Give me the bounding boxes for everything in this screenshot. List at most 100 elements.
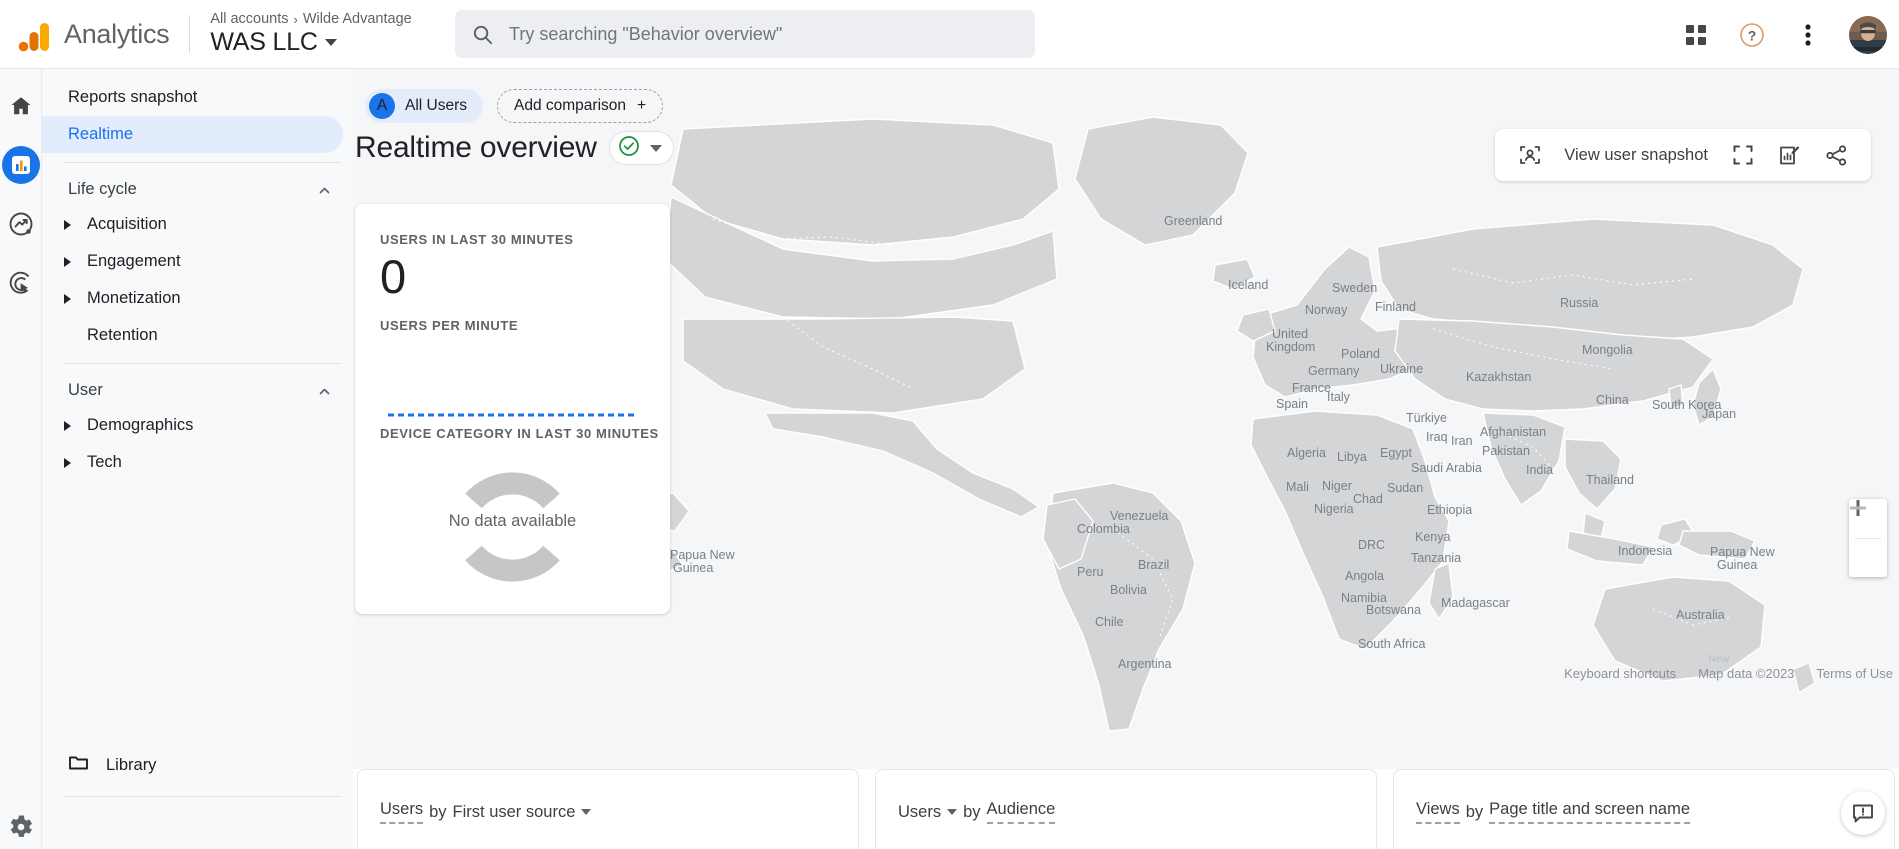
chevron-right-icon bbox=[64, 457, 71, 468]
user-snapshot-icon[interactable] bbox=[1517, 143, 1542, 168]
device-category-label: DEVICE CATEGORY IN LAST 30 MINUTES bbox=[380, 426, 659, 441]
card-dimension-selector[interactable]: Audience bbox=[986, 800, 1056, 824]
sidebar-item-monetization[interactable]: Monetization bbox=[42, 280, 353, 317]
sidebar-group-life-cycle[interactable]: Life cycle bbox=[42, 172, 353, 206]
segment-label: All Users bbox=[405, 97, 468, 114]
sidebar-item-label: Engagement bbox=[87, 252, 181, 270]
map-label: Sweden bbox=[1332, 281, 1378, 295]
more-vert-icon[interactable] bbox=[1793, 20, 1823, 50]
add-comparison-button[interactable]: Add comparison + bbox=[497, 89, 664, 123]
sidebar-group-user[interactable]: User bbox=[42, 373, 353, 407]
data-quality-chip[interactable] bbox=[608, 131, 674, 165]
card-metric-selector[interactable]: Views bbox=[1416, 800, 1460, 824]
map-label: Colombia bbox=[1077, 522, 1130, 536]
map-label: Brazil bbox=[1138, 558, 1170, 572]
chevron-down-icon[interactable] bbox=[947, 809, 958, 815]
map-zoom-out-button[interactable] bbox=[1849, 506, 1887, 577]
breadcrumb: All accounts › Wilde Advantage bbox=[210, 11, 411, 27]
map-label: Afghanistan bbox=[1480, 425, 1547, 439]
terms-of-use-link[interactable]: Terms of Use bbox=[1816, 666, 1893, 681]
card-users-by-first-user-source[interactable]: Users by First user source bbox=[357, 769, 859, 849]
sidebar-group-label: User bbox=[68, 380, 103, 399]
rail-item-reports[interactable] bbox=[1, 145, 41, 185]
chevron-down-icon[interactable] bbox=[581, 809, 592, 815]
chevron-right-icon bbox=[64, 420, 71, 431]
search-input[interactable] bbox=[509, 23, 1021, 45]
map-label: Nigeria bbox=[1314, 502, 1354, 516]
map-label: Poland bbox=[1341, 347, 1380, 361]
card-title: Views by Page title and screen name bbox=[1416, 800, 1872, 824]
card-dimension-selector[interactable]: First user source bbox=[453, 803, 576, 822]
insights-edit-icon[interactable] bbox=[1777, 143, 1802, 168]
card-title: Users by Audience bbox=[898, 800, 1354, 824]
map-label: Japan bbox=[1702, 407, 1737, 421]
map-label: South Africa bbox=[1358, 637, 1426, 651]
svg-text:?: ? bbox=[1748, 27, 1757, 43]
segment-pill-all-users[interactable]: A All Users bbox=[365, 89, 484, 123]
map-label: United bbox=[1272, 327, 1309, 341]
map-label: Ukraine bbox=[1380, 362, 1424, 376]
map-label: Niger bbox=[1322, 479, 1352, 493]
check-circle-icon bbox=[618, 135, 640, 162]
rail-item-advertising[interactable] bbox=[1, 263, 41, 303]
rail-item-admin[interactable] bbox=[9, 815, 33, 844]
bottom-card-row: Users by First user source Users by Audi… bbox=[353, 769, 1899, 849]
sidebar-item-realtime[interactable]: Realtime bbox=[42, 116, 343, 153]
chevron-down-icon bbox=[324, 39, 337, 46]
map-label: DRC bbox=[1358, 538, 1386, 552]
users-per-minute-label: USERS PER MINUTE bbox=[380, 317, 519, 333]
breadcrumb-property[interactable]: Wilde Advantage bbox=[303, 11, 412, 27]
keyboard-shortcuts-link[interactable]: Keyboard shortcuts bbox=[1564, 666, 1676, 681]
map-label: Peru bbox=[1077, 565, 1104, 579]
sidebar-item-label: Realtime bbox=[68, 125, 134, 143]
sidebar-item-label: Tech bbox=[87, 453, 122, 471]
map-label: China bbox=[1596, 393, 1629, 407]
map-label: Argentina bbox=[1118, 657, 1172, 671]
folder-icon bbox=[68, 752, 89, 778]
sidebar-item-library[interactable]: Library bbox=[42, 745, 353, 785]
account-name-text: WAS LLC bbox=[210, 28, 318, 56]
breadcrumb-root[interactable]: All accounts bbox=[210, 11, 288, 27]
user-avatar[interactable] bbox=[1849, 15, 1887, 54]
chevron-up-icon bbox=[318, 384, 331, 397]
rail-item-explore[interactable] bbox=[1, 204, 41, 244]
account-selector[interactable]: All accounts › Wilde Advantage WAS LLC bbox=[210, 11, 411, 57]
map-label: Norway bbox=[1305, 303, 1348, 317]
map-label: Egypt bbox=[1380, 446, 1412, 460]
sidebar-item-retention[interactable]: Retention bbox=[42, 317, 353, 354]
top-bar: Analytics All accounts › Wilde Advantage… bbox=[0, 0, 1899, 69]
fullscreen-icon[interactable] bbox=[1730, 143, 1755, 168]
sidebar-group-label: Life cycle bbox=[68, 179, 137, 198]
sidebar-item-engagement[interactable]: Engagement bbox=[42, 243, 353, 280]
search-icon bbox=[469, 21, 495, 47]
card-views-by-page-title[interactable]: Views by Page title and screen name bbox=[1393, 769, 1895, 849]
map-label: Mali bbox=[1286, 480, 1309, 494]
sidebar-item-demographics[interactable]: Demographics bbox=[42, 407, 353, 444]
sidebar-item-label: Reports snapshot bbox=[68, 88, 198, 106]
card-dimension-selector[interactable]: Page title and screen name bbox=[1489, 800, 1691, 824]
map-label: Chad bbox=[1353, 492, 1383, 506]
help-icon[interactable]: ? bbox=[1737, 20, 1767, 50]
map-data-text: Map data ©2023 bbox=[1698, 666, 1795, 681]
map-label: Russia bbox=[1560, 296, 1599, 310]
sidebar-item-reports-snapshot[interactable]: Reports snapshot bbox=[42, 79, 343, 116]
share-icon[interactable] bbox=[1824, 143, 1849, 168]
search-bar[interactable] bbox=[455, 10, 1035, 58]
account-name[interactable]: WAS LLC bbox=[210, 28, 411, 57]
card-users-by-audience[interactable]: Users by Audience bbox=[875, 769, 1377, 849]
map-label: India bbox=[1526, 463, 1554, 477]
card-metric-selector[interactable]: Users bbox=[898, 803, 941, 822]
sidebar-item-tech[interactable]: Tech bbox=[42, 444, 353, 481]
map-label: Türkiye bbox=[1406, 411, 1447, 425]
view-user-snapshot-label[interactable]: View user snapshot bbox=[1564, 146, 1708, 165]
feedback-button[interactable] bbox=[1841, 791, 1885, 835]
apps-grid-icon[interactable] bbox=[1681, 20, 1711, 50]
sidebar-item-acquisition[interactable]: Acquisition bbox=[42, 206, 353, 243]
rail-item-home[interactable] bbox=[1, 86, 41, 126]
map-label: Tanzania bbox=[1411, 551, 1462, 565]
map-label: Thailand bbox=[1586, 473, 1634, 487]
map-label: Mongolia bbox=[1582, 343, 1633, 357]
card-metric-selector[interactable]: Users bbox=[380, 800, 424, 824]
map-attribution: Keyboard shortcuts New Map data ©2023 Te… bbox=[1564, 653, 1893, 681]
map-label: Indonesia bbox=[1618, 544, 1673, 558]
